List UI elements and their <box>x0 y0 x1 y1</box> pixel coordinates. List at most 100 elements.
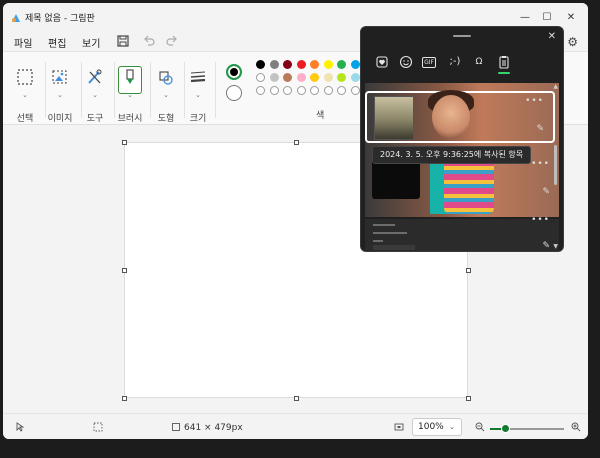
color-swatch[interactable] <box>283 73 292 82</box>
color-swatch[interactable] <box>323 86 333 95</box>
size-group[interactable]: ⌄ 크기 <box>180 60 216 124</box>
color-swatch[interactable] <box>337 60 346 69</box>
chevron-down-icon: ⌄ <box>195 91 201 99</box>
preview-line <box>373 224 395 226</box>
maximize-button[interactable]: ☐ <box>540 11 554 25</box>
save-icon[interactable] <box>116 34 130 48</box>
color-swatch[interactable] <box>310 86 319 95</box>
secondary-color[interactable] <box>226 85 242 101</box>
favorites-icon[interactable] <box>374 54 390 70</box>
fit-to-window-icon[interactable] <box>394 422 404 432</box>
size-icon <box>190 71 206 83</box>
selection-size-icon <box>93 422 103 432</box>
menu-view[interactable]: 보기 <box>82 35 100 50</box>
close-icon[interactable]: ✕ <box>548 31 556 42</box>
emoji-icon[interactable] <box>398 54 414 70</box>
canvas-size-icon <box>172 423 180 431</box>
color-swatch[interactable] <box>256 86 265 95</box>
group-label-brush: 브러시 <box>117 114 143 124</box>
color-swatch[interactable] <box>256 60 265 69</box>
color-swatch[interactable] <box>323 60 333 69</box>
pin-icon[interactable]: ✎ <box>536 124 544 134</box>
shapes-group[interactable]: ⌄ 도형 <box>148 60 184 124</box>
gif-icon[interactable]: GIF <box>422 57 436 68</box>
primary-color[interactable] <box>226 64 242 80</box>
color-swatch[interactable] <box>337 73 346 82</box>
resize-handle[interactable] <box>294 140 299 145</box>
group-label-tools: 도구 <box>86 114 104 124</box>
zoom-slider-thumb[interactable] <box>500 424 510 433</box>
color-swatch[interactable] <box>323 73 333 82</box>
brush-group[interactable]: ⌄ 브러시 <box>112 60 148 124</box>
canvas-size-text: 641 × 479px <box>184 423 243 433</box>
chevron-down-icon: ⌄ <box>127 91 133 99</box>
color-swatch[interactable] <box>350 60 360 69</box>
drag-handle[interactable] <box>453 35 471 37</box>
chevron-down-icon: ⌄ <box>22 91 28 99</box>
clipboard-history-panel: ✕ GIF ;-) Ω ••• ✎ ••• ✎ ••• ✎ ▲ ▼ <box>360 26 564 252</box>
preview-line <box>373 232 407 234</box>
redo-icon[interactable] <box>165 34 179 48</box>
image-tool-group[interactable]: ⌄ 이미지 <box>42 60 78 124</box>
undo-icon[interactable] <box>142 34 156 48</box>
photo-child-bag <box>444 160 494 214</box>
resize-handle[interactable] <box>466 268 471 273</box>
color-swatch[interactable] <box>337 86 346 95</box>
clipboard-history-icon[interactable] <box>496 54 512 70</box>
brush-icon <box>126 69 134 84</box>
minimize-button[interactable]: — <box>518 11 532 25</box>
color-swatch[interactable] <box>310 60 319 69</box>
color-swatch[interactable] <box>296 60 306 69</box>
preview-line <box>373 240 383 242</box>
resize-handle[interactable] <box>122 396 127 401</box>
selection-tool-group[interactable]: ⌄ 선택 <box>7 60 43 124</box>
zoom-value: 100% <box>418 422 444 432</box>
tools-group[interactable]: ⌄ 도구 <box>77 60 113 124</box>
more-options-icon[interactable]: ••• <box>525 96 544 106</box>
gear-icon[interactable]: ⚙ <box>567 35 578 49</box>
group-label-colors: 색 <box>316 111 325 121</box>
pin-icon[interactable]: ✎ <box>542 187 550 197</box>
color-swatch[interactable] <box>296 73 306 82</box>
group-label-select: 선택 <box>16 114 34 124</box>
selection-icon <box>17 69 33 85</box>
color-swatch[interactable] <box>256 73 265 82</box>
item-thumbnail <box>374 96 414 140</box>
close-button[interactable]: ✕ <box>564 11 578 25</box>
more-options-icon[interactable]: ••• <box>531 159 550 169</box>
zoom-out-icon[interactable] <box>475 422 485 432</box>
menu-edit[interactable]: 편집 <box>48 35 66 50</box>
color-swatch[interactable] <box>283 60 292 69</box>
scrollbar-thumb[interactable] <box>554 145 557 185</box>
clipboard-item-tooltip: 2024. 3. 5. 오후 9:36:25에 복사된 항목 <box>372 146 532 164</box>
color-swatch[interactable] <box>350 73 360 82</box>
pin-icon[interactable]: ✎ <box>542 241 550 251</box>
color-swatch[interactable] <box>283 86 292 95</box>
tools-icon <box>88 69 102 84</box>
resize-handle[interactable] <box>122 268 127 273</box>
zoom-select[interactable]: 100% ⌄ <box>412 418 462 436</box>
group-label-size: 크기 <box>189 114 207 124</box>
color-swatch[interactable] <box>350 86 360 95</box>
color-swatch[interactable] <box>296 86 306 95</box>
color-swatch[interactable] <box>269 60 279 69</box>
pointer-position-icon <box>16 422 25 432</box>
resize-handle[interactable] <box>294 396 299 401</box>
window-title: 제목 없음 - 그림판 <box>25 14 95 24</box>
clipboard-item[interactable] <box>365 219 559 251</box>
zoom-in-icon[interactable] <box>571 422 581 432</box>
color-swatch[interactable] <box>310 73 319 82</box>
color-swatch[interactable] <box>269 73 279 82</box>
menu-file[interactable]: 파일 <box>14 35 32 50</box>
paint-app-icon <box>12 14 20 22</box>
color-swatch[interactable] <box>269 86 279 95</box>
symbols-icon[interactable]: Ω <box>471 54 487 70</box>
resize-handle[interactable] <box>466 396 471 401</box>
active-tab-indicator <box>498 72 510 74</box>
scroll-down-icon[interactable]: ▼ <box>553 243 558 250</box>
preview-block <box>373 245 415 250</box>
resize-handle[interactable] <box>122 140 127 145</box>
kaomoji-icon[interactable]: ;-) <box>447 54 463 70</box>
more-options-icon[interactable]: ••• <box>531 215 550 225</box>
scroll-up-icon[interactable]: ▲ <box>553 83 558 90</box>
